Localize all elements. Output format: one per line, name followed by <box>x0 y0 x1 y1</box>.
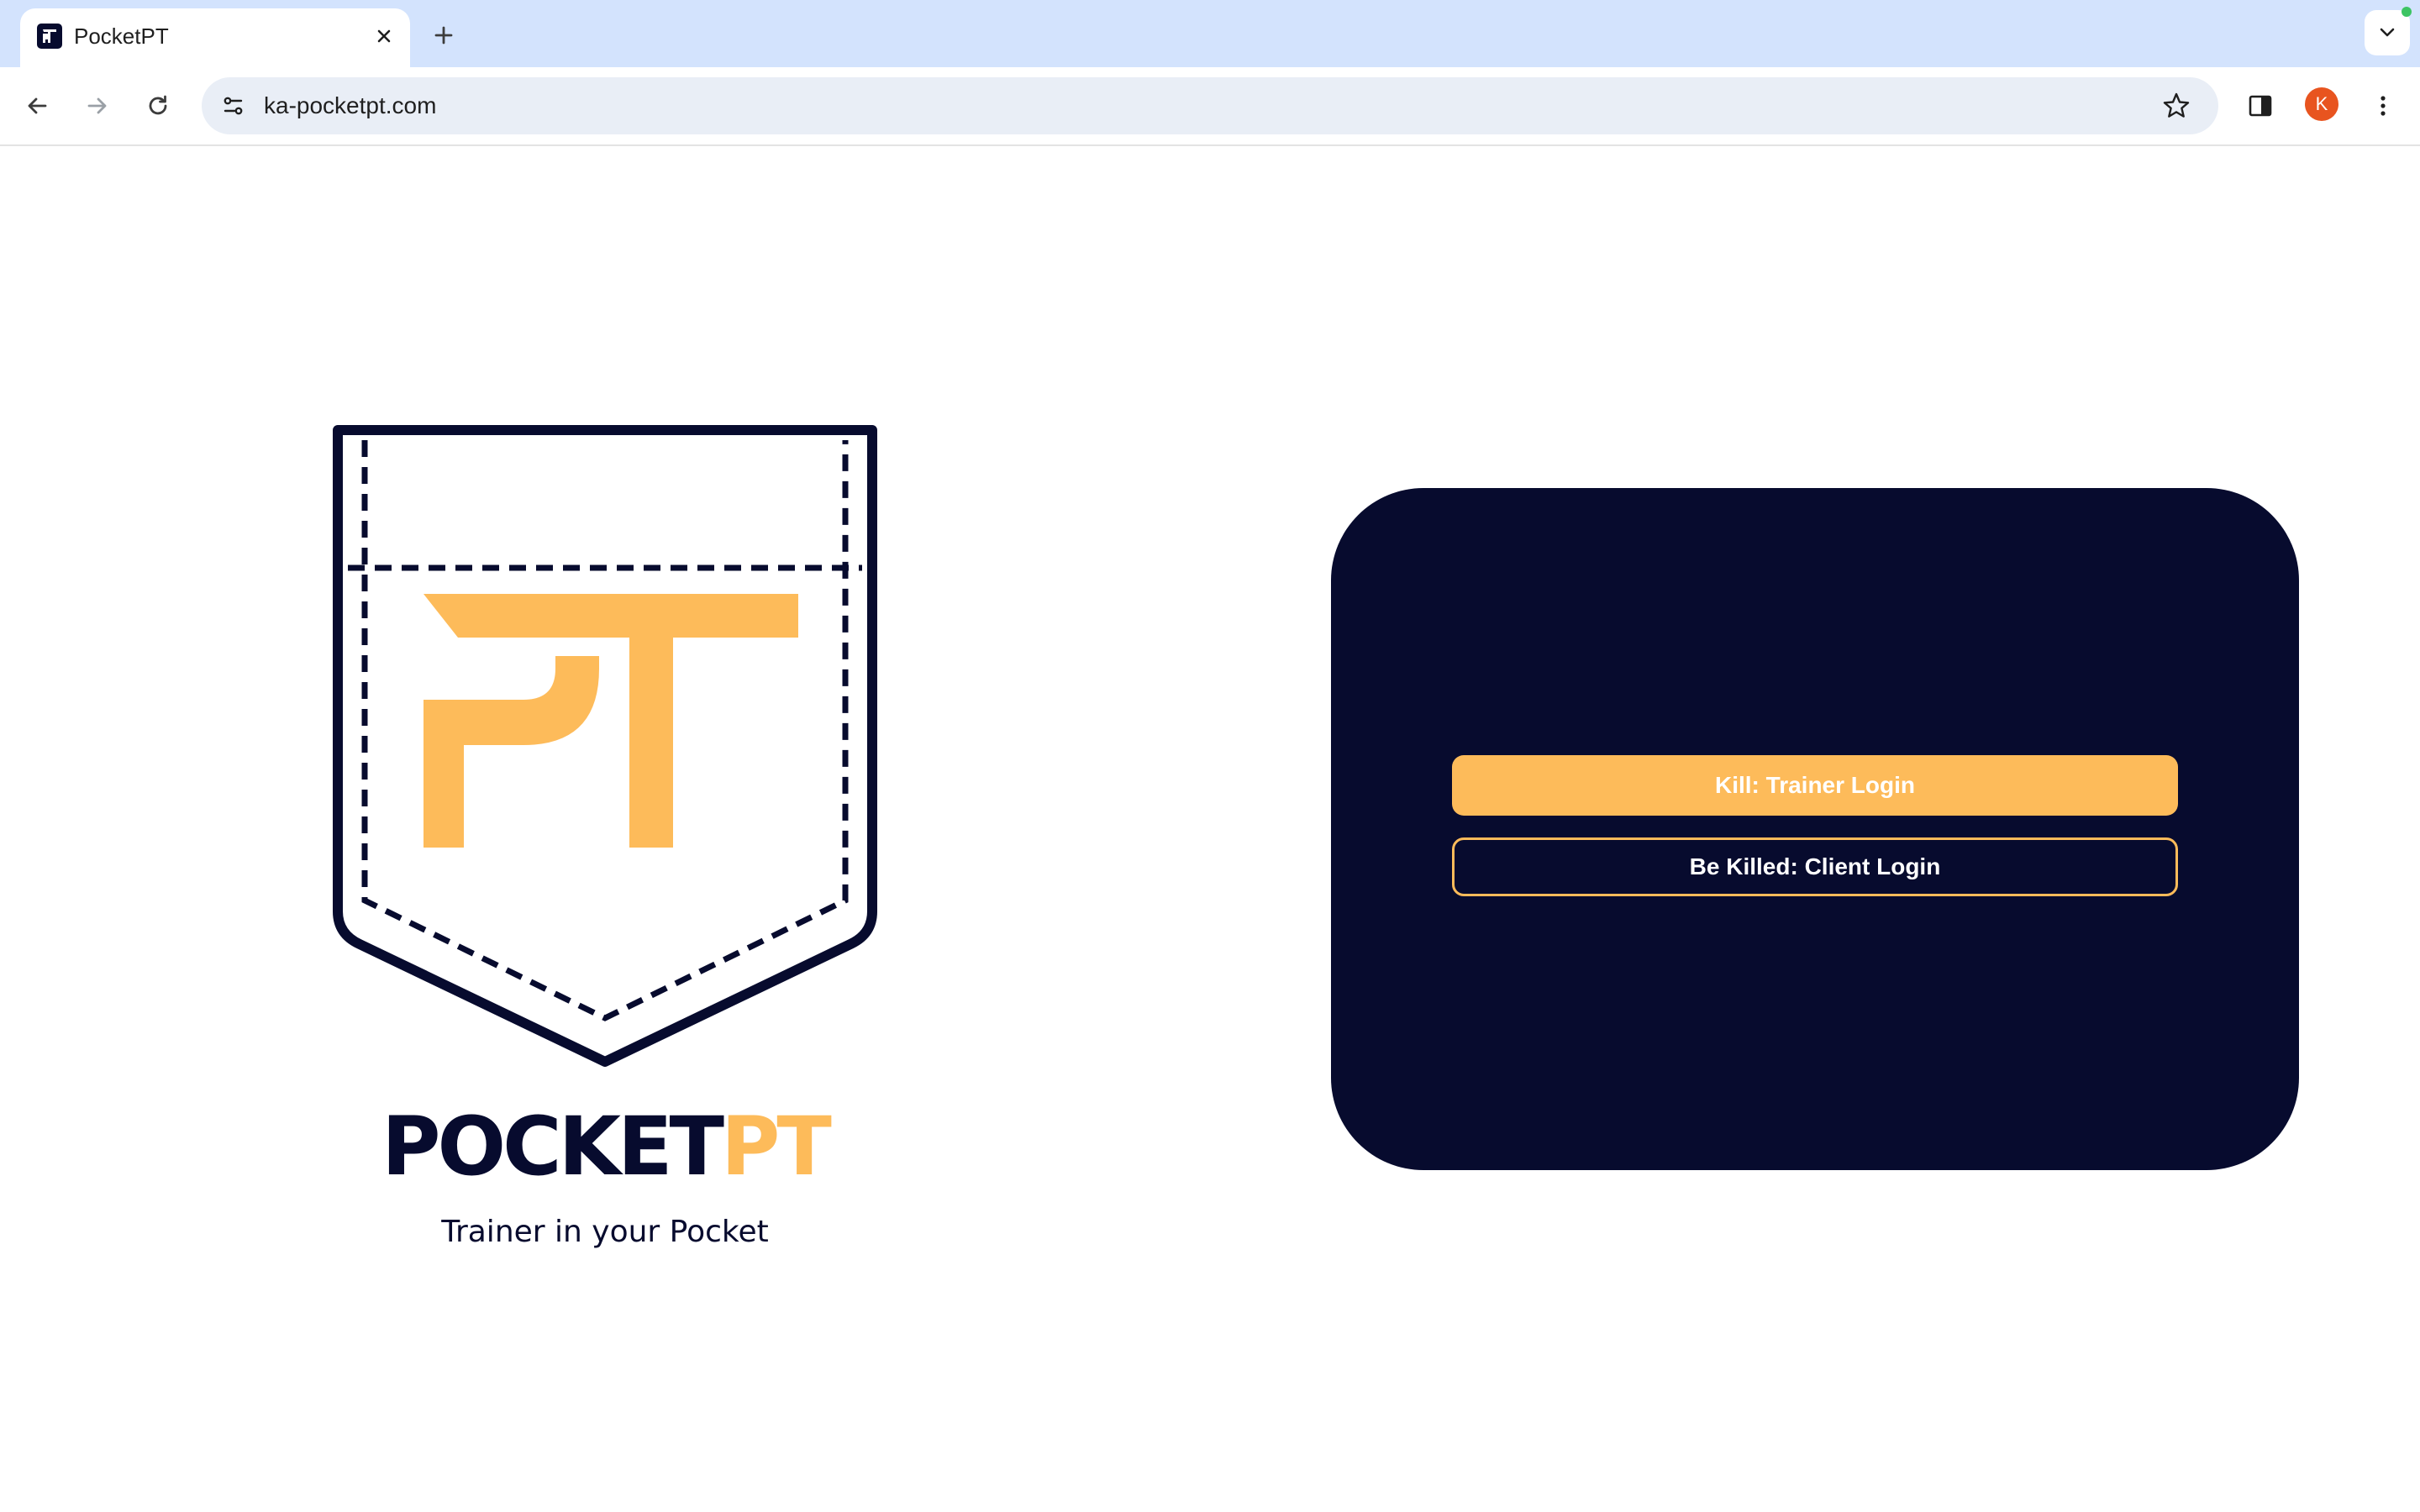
tab-strip: PocketPT <box>0 0 2420 67</box>
page-content: POCKETPT Trainer in your Pocket Kill: Tr… <box>0 146 2420 1512</box>
brand-name-pt: PT <box>721 1100 832 1194</box>
address-bar[interactable]: ka-pocketpt.com <box>202 77 2218 134</box>
kebab-menu-icon <box>2381 96 2386 116</box>
plus-icon[interactable] <box>427 18 460 52</box>
browser-window: PocketPT ka-pocketpt.com K POCKETPT Trai… <box>0 0 2420 1512</box>
chevron-down-icon <box>2380 28 2395 37</box>
login-card: Kill: Trainer Login Be Killed: Client Lo… <box>1331 488 2299 1170</box>
back-button[interactable] <box>17 86 57 126</box>
browser-menu-button[interactable] <box>2363 86 2403 126</box>
arrow-right-icon <box>87 97 107 114</box>
brand-name-pocket: POCKET <box>381 1100 724 1194</box>
tagline: Trainer in your Pocket <box>441 1215 769 1249</box>
status-indicator <box>2402 7 2412 17</box>
star-icon[interactable] <box>2160 89 2193 123</box>
tab-search-button[interactable] <box>2365 10 2410 55</box>
forward-button[interactable] <box>77 86 118 126</box>
close-icon[interactable] <box>370 22 398 50</box>
pocketpt-favicon-icon <box>35 22 64 50</box>
trainer-login-button[interactable]: Kill: Trainer Login <box>1452 755 2178 816</box>
tab-pocketpt[interactable]: PocketPT <box>20 8 410 67</box>
tune-icon[interactable] <box>217 89 250 123</box>
tab-title: PocketPT <box>74 24 169 49</box>
side-panel-icon <box>2249 95 2272 117</box>
pocket-pt-logo <box>333 425 877 1067</box>
profile-avatar[interactable]: K <box>2305 87 2338 121</box>
browser-toolbar: ka-pocketpt.com <box>0 67 2420 146</box>
reload-icon <box>149 95 167 115</box>
client-login-button[interactable]: Be Killed: Client Login <box>1452 837 2178 896</box>
brand-name: POCKETPT <box>269 1100 941 1193</box>
side-panel-button[interactable] <box>2240 86 2281 126</box>
url-text[interactable]: ka-pocketpt.com <box>264 91 436 121</box>
arrow-left-icon <box>28 97 47 114</box>
reload-button[interactable] <box>138 86 178 126</box>
